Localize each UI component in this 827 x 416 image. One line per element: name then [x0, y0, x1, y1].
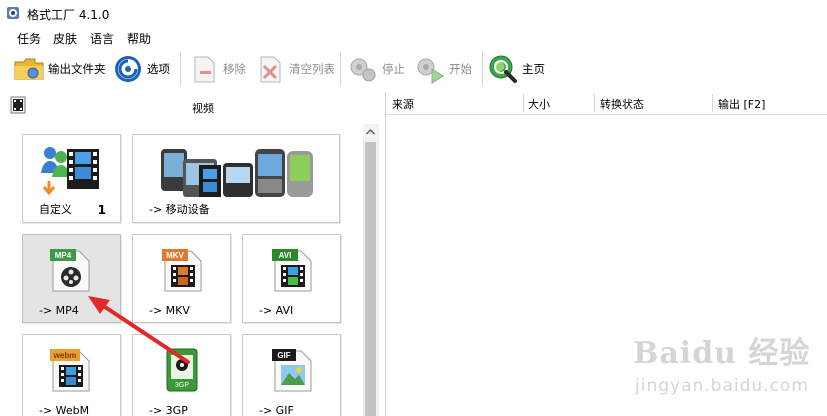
svg-text:MP4: MP4: [55, 251, 72, 260]
start-button[interactable]: 开始: [414, 48, 472, 90]
tile-gif-label: -> GIF: [259, 404, 294, 416]
tile-custom-count: 1: [97, 203, 106, 217]
stop-icon: [347, 53, 379, 85]
menu-skin[interactable]: 皮肤: [53, 30, 77, 47]
svg-text:GIF: GIF: [277, 351, 290, 360]
home-button[interactable]: 主页: [487, 48, 545, 90]
column-output[interactable]: 输出 [F2]: [718, 96, 765, 112]
remove-icon: [188, 53, 220, 85]
menu-bar: 任务 皮肤 语言 帮助: [0, 26, 827, 46]
folder-icon: [13, 53, 45, 85]
options-label: 选项: [147, 62, 170, 76]
remove-button[interactable]: 移除: [188, 48, 246, 90]
format-tile-grid: 自定义 1 -> 移动设备 MP4 -> MP4 MKV -> MKV AVI …: [0, 118, 382, 416]
clear-list-label: 清空列表: [289, 62, 335, 76]
tile-mp4-label: -> MP4: [39, 304, 79, 317]
menu-help[interactable]: 帮助: [127, 30, 151, 47]
column-convert-status[interactable]: 转换状态: [600, 96, 644, 112]
home-label: 主页: [522, 62, 545, 76]
category-header: [0, 92, 382, 118]
column-divider[interactable]: [594, 94, 595, 112]
column-divider[interactable]: [712, 94, 713, 112]
baidu-watermark: Baidu 经验 jingyan.baidu.com: [633, 328, 823, 408]
tile-avi[interactable]: AVI -> AVI: [242, 234, 341, 323]
start-icon: [414, 53, 446, 85]
avi-file-icon: AVI: [271, 247, 315, 296]
mobile-devices-icon: [159, 141, 317, 204]
toolbar-divider: [482, 52, 483, 86]
svg-text:MKV: MKV: [166, 251, 184, 260]
custom-video-icon: [39, 143, 103, 202]
remove-label: 移除: [223, 62, 246, 76]
toolbar: 输出文件夹 选项 移除 清空列表 停止 开始 主页: [0, 48, 827, 90]
tile-gif[interactable]: GIF -> GIF: [242, 334, 341, 416]
stop-label: 停止: [382, 62, 405, 76]
video-category-icon[interactable]: [10, 96, 26, 114]
gif-file-icon: GIF: [271, 347, 315, 396]
chevron-up-icon: [365, 128, 376, 135]
tile-mobile-label: -> 移动设备: [149, 203, 210, 216]
window-title: 格式工厂 4.1.0: [27, 8, 110, 22]
options-button[interactable]: 选项: [112, 48, 170, 90]
watermark-brand: Baidu 经验: [633, 336, 811, 371]
clear-list-icon: [254, 53, 286, 85]
output-folder-label: 输出文件夹: [48, 62, 106, 76]
stop-button[interactable]: 停止: [347, 48, 405, 90]
svg-text:AVI: AVI: [279, 251, 292, 260]
column-size[interactable]: 大小: [528, 96, 550, 112]
svg-text:3GP: 3GP: [175, 382, 189, 389]
tile-mobile-devices[interactable]: -> 移动设备: [132, 134, 340, 223]
svg-text:webm: webm: [53, 351, 77, 360]
clear-list-button[interactable]: 清空列表: [254, 48, 335, 90]
task-list-header: 来源 大小 转换状态 输出 [F2]: [386, 92, 827, 115]
start-label: 开始: [449, 62, 472, 76]
column-source[interactable]: 来源: [392, 96, 414, 112]
tile-avi-label: -> AVI: [259, 304, 294, 317]
annotation-arrow-icon: [88, 296, 190, 364]
app-icon: [6, 6, 20, 20]
toolbar-divider: [180, 52, 181, 86]
watermark-url: jingyan.baidu.com: [635, 376, 809, 396]
menu-language[interactable]: 语言: [90, 30, 114, 47]
menu-task[interactable]: 任务: [17, 30, 41, 47]
toolbar-divider: [340, 52, 341, 86]
tile-custom-label: 自定义: [39, 203, 72, 216]
options-gear-icon: [112, 53, 144, 85]
scroll-up-button[interactable]: [363, 124, 378, 140]
title-bar: [0, 0, 827, 26]
category-title: 视频: [192, 102, 214, 115]
tile-3gp-label: -> 3GP: [149, 404, 188, 416]
tile-webm-label: -> WebM: [39, 404, 90, 416]
column-divider[interactable]: [523, 94, 524, 112]
home-globe-icon: [487, 53, 519, 85]
scrollbar-thumb[interactable]: [365, 142, 376, 416]
output-folder-button[interactable]: 输出文件夹: [13, 48, 106, 90]
tile-custom[interactable]: 自定义 1: [22, 134, 121, 223]
